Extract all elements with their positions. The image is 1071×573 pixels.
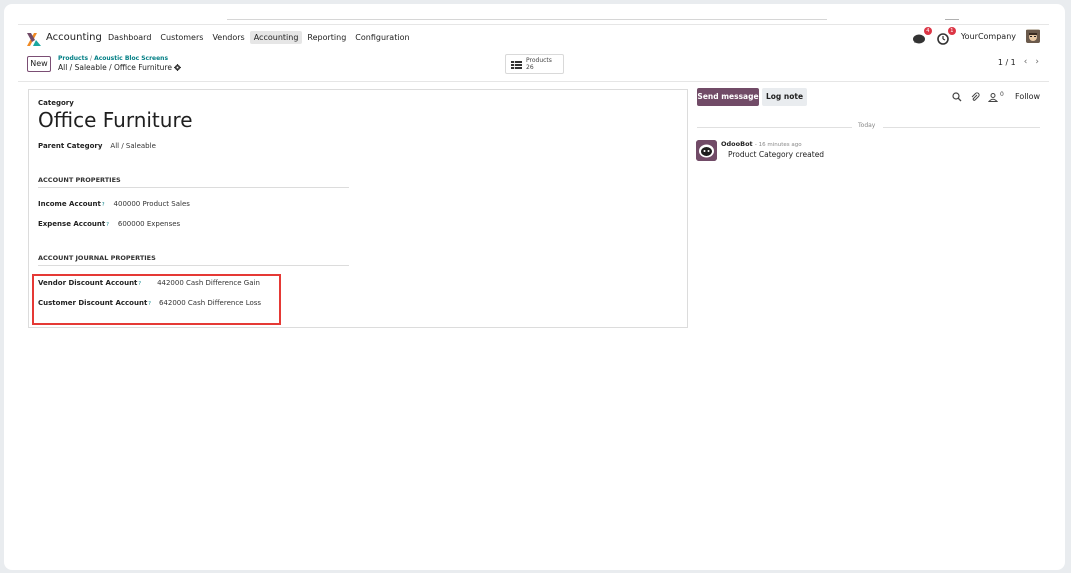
activities-button[interactable]: 1 (937, 27, 956, 45)
control-panel: New Products / Acoustic Bloc Screens All /… (18, 52, 1049, 82)
date-separator: Today (697, 122, 1040, 132)
list-icon (511, 61, 522, 69)
gear-icon[interactable] (173, 64, 181, 71)
top-menu: Dashboard Customers Vendors Accounting R… (104, 31, 415, 44)
bot-avatar-icon[interactable] (696, 140, 717, 161)
messages-button[interactable]: 4 (912, 27, 932, 44)
chat-icon (912, 34, 925, 44)
search-icon[interactable] (952, 92, 962, 102)
highlight-box (32, 274, 281, 325)
parent-category-label: Parent Category (38, 142, 103, 150)
menu-reporting[interactable]: Reporting (303, 31, 350, 44)
bot-avatar-image (696, 140, 717, 161)
navbar-systray: 4 1 YourCompany (912, 27, 1040, 45)
user-avatar[interactable] (1026, 29, 1040, 43)
chevron-right-icon[interactable]: › (1035, 57, 1039, 67)
company-switcher[interactable]: YourCompany (961, 32, 1016, 41)
accounting-app-icon[interactable] (27, 33, 41, 46)
smart-button-label: Products (526, 57, 552, 64)
pager: 1 / 1 ‹ › (998, 57, 1039, 67)
separator-line (883, 127, 1040, 128)
chevron-left-icon[interactable]: ‹ (1024, 57, 1028, 67)
menu-dashboard[interactable]: Dashboard (104, 31, 155, 44)
user-avatar-image (1026, 30, 1040, 43)
income-account-row: Income Account ? 400000 Product Sales (38, 200, 190, 208)
expense-account-row: Expense Account ? 600000 Expenses (38, 220, 180, 228)
products-smart-button[interactable]: Products 26 (505, 54, 564, 74)
smart-button-text: Products 26 (526, 57, 552, 71)
paperclip-icon[interactable] (970, 92, 980, 102)
app-name[interactable]: Accounting (46, 32, 102, 43)
help-tooltip-icon[interactable]: ? (102, 202, 105, 208)
parent-category-row: Parent Category All / Saleable (38, 142, 156, 150)
log-note-button[interactable]: Log note (762, 88, 807, 106)
category-label: Category (38, 99, 74, 107)
expense-account-label: Expense Account (38, 220, 106, 228)
message-body: Product Category created (728, 150, 825, 159)
account-journal-properties-header: ACCOUNT JOURNAL PROPERTIES (38, 254, 349, 266)
activities-badge: 1 (947, 27, 956, 35)
user-icon[interactable] (988, 92, 998, 102)
menu-vendors[interactable]: Vendors (208, 31, 248, 44)
messages-badge: 4 (923, 27, 932, 35)
breadcrumb-acoustic-bloc-screens[interactable]: Acoustic Bloc Screens (94, 55, 168, 62)
breadcrumb-separator: / (90, 55, 93, 62)
chatter-tools: 0 (952, 90, 1004, 102)
follow-button[interactable]: Follow (1015, 92, 1040, 101)
smart-button-count: 26 (526, 64, 534, 71)
record-title: All / Saleable / Office Furniture (58, 63, 181, 72)
top-divider-short (945, 19, 959, 20)
parent-category-field[interactable]: All / Saleable (110, 142, 155, 150)
main-navbar: Accounting Dashboard Customers Vendors A… (18, 24, 1049, 52)
menu-accounting[interactable]: Accounting (249, 31, 303, 44)
menu-configuration[interactable]: Configuration (351, 31, 413, 44)
clock-icon (937, 33, 949, 45)
account-properties-header: ACCOUNT PROPERTIES (38, 176, 349, 188)
message-author[interactable]: OdooBot (721, 140, 753, 148)
record-path: All / Saleable / Office Furniture (58, 63, 172, 72)
top-divider (227, 19, 827, 20)
date-separator-label: Today (858, 122, 876, 129)
breadcrumb-products[interactable]: Products (58, 55, 88, 62)
send-message-button[interactable]: Send message (697, 88, 759, 106)
message-time: - 16 minutes ago (754, 142, 802, 148)
menu-customers[interactable]: Customers (156, 31, 207, 44)
income-account-label: Income Account (38, 200, 101, 208)
pager-value[interactable]: 1 / 1 (998, 58, 1016, 67)
followers-count: 0 (1000, 90, 1004, 98)
expense-account-field[interactable]: 600000 Expenses (118, 220, 180, 228)
separator-line (697, 127, 852, 128)
income-account-field[interactable]: 400000 Product Sales (114, 200, 190, 208)
new-button[interactable]: New (27, 56, 51, 72)
message-header: OdooBot - 16 minutes ago (721, 140, 802, 148)
help-tooltip-icon[interactable]: ? (106, 222, 109, 228)
breadcrumb: Products / Acoustic Bloc Screens (58, 55, 168, 62)
category-name-field[interactable]: Office Furniture (38, 108, 193, 132)
